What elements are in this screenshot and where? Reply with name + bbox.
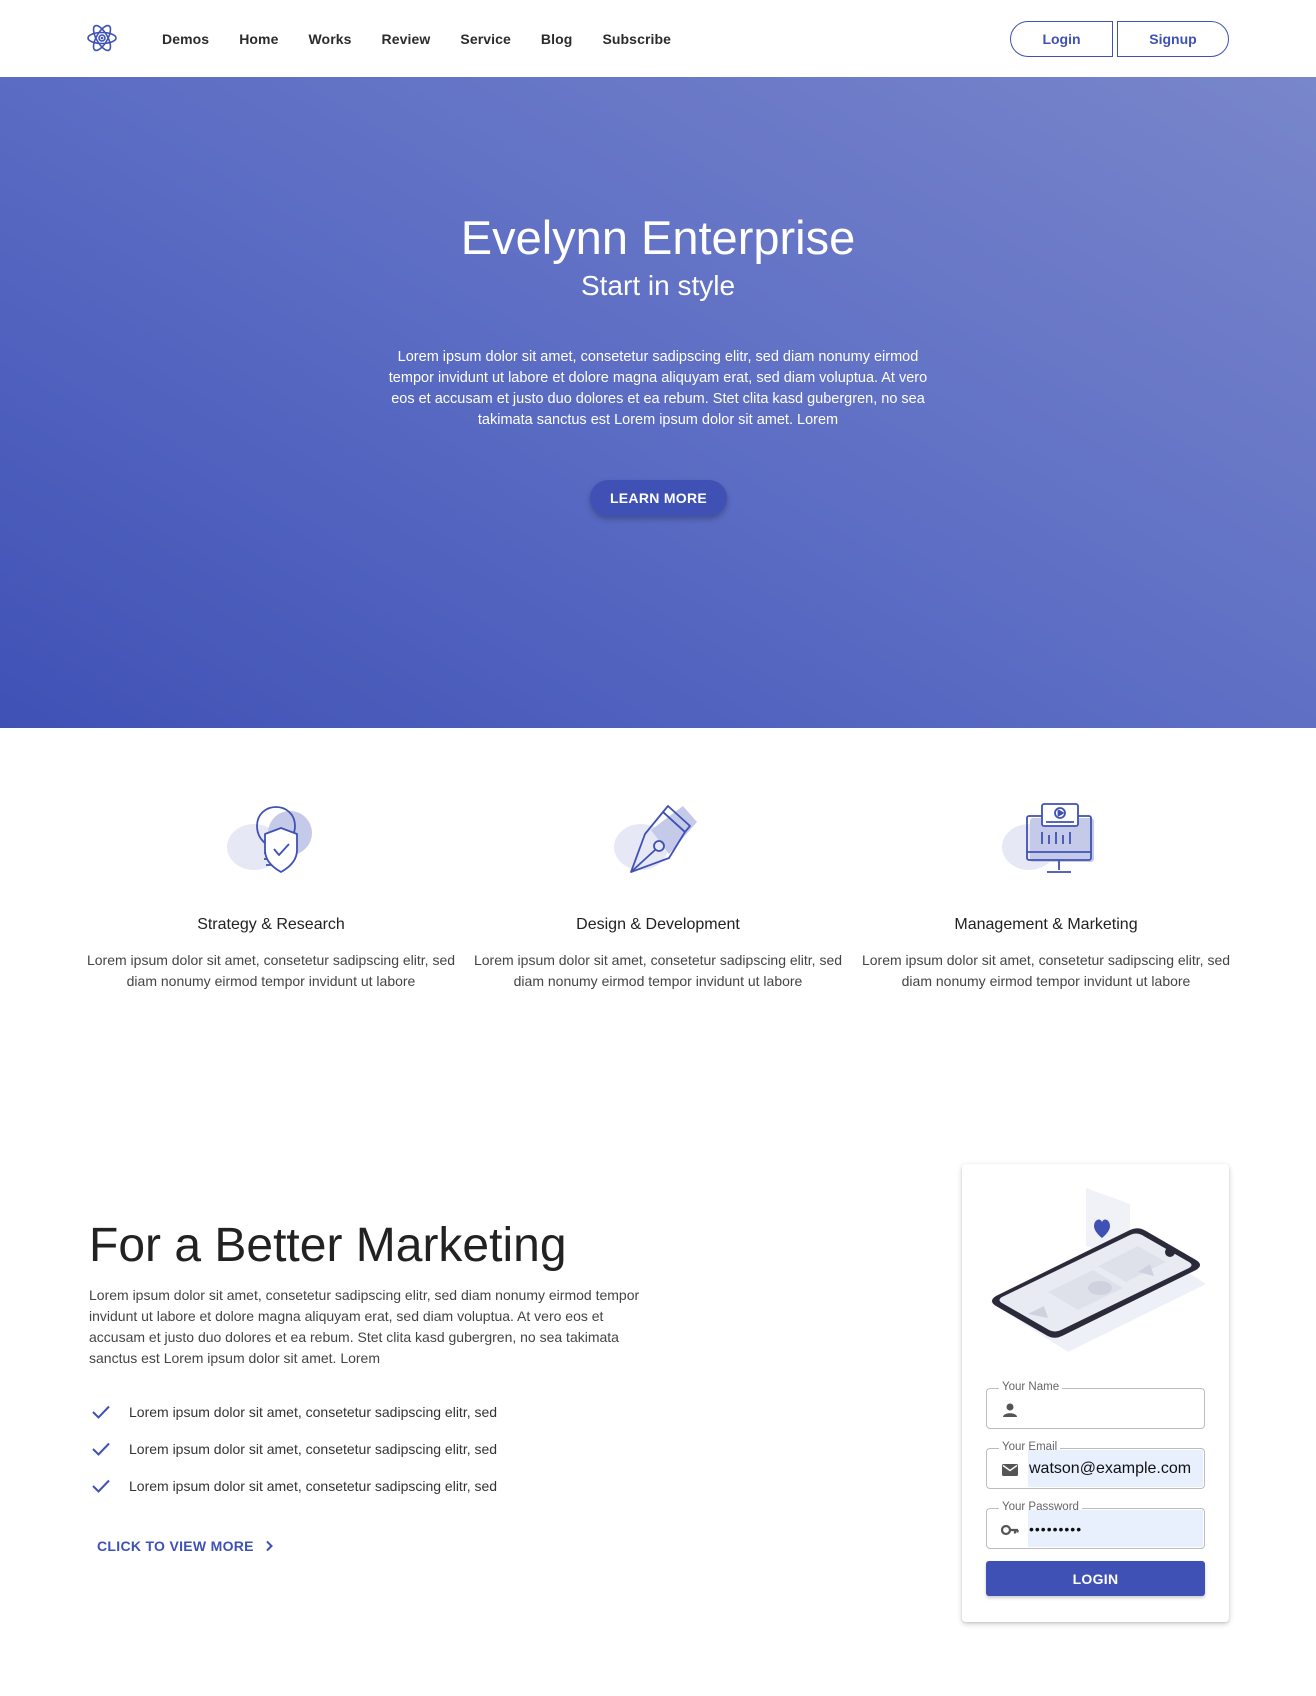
monitor-video-icon xyxy=(999,800,1099,885)
login-card: Your Name Your Email watson@example.com … xyxy=(962,1164,1229,1622)
password-field[interactable]: Your Password ••••••••• xyxy=(986,1501,1205,1549)
phone-illustration xyxy=(988,1184,1208,1354)
view-more-link[interactable]: CLICK TO VIEW MORE xyxy=(97,1537,278,1555)
email-field[interactable]: Your Email watson@example.com xyxy=(986,1441,1205,1489)
nav-link-demos[interactable]: Demos xyxy=(162,31,209,47)
mail-icon xyxy=(1002,1464,1018,1476)
view-more-label: CLICK TO VIEW MORE xyxy=(97,1538,254,1554)
hero-subtitle: Start in style xyxy=(580,270,736,301)
nav-link-home[interactable]: Home xyxy=(239,31,278,47)
learn-more-button[interactable]: LEARN MORE xyxy=(590,480,727,516)
list-item: Lorem ipsum dolor sit amet, consetetur s… xyxy=(89,1437,609,1461)
login-button[interactable]: Login xyxy=(1010,21,1113,57)
marketing-title: For a Better Marketing xyxy=(89,1219,567,1272)
feature-title: Design & Development xyxy=(576,916,740,933)
navbar: Demos Home Works Review Service Blog Sub… xyxy=(0,0,1316,77)
list-item-text: Lorem ipsum dolor sit amet, consetetur s… xyxy=(129,1478,498,1494)
nav-link-review[interactable]: Review xyxy=(382,31,431,47)
nav-link-service[interactable]: Service xyxy=(460,31,511,47)
key-icon xyxy=(1001,1524,1019,1536)
feature-text: Lorem ipsum dolor sit amet, consetetur s… xyxy=(861,952,1231,989)
email-input[interactable]: watson@example.com xyxy=(1028,1450,1203,1487)
list-item-text: Lorem ipsum dolor sit amet, consetetur s… xyxy=(129,1404,498,1420)
nav-links: Demos Home Works Review Service Blog Sub… xyxy=(162,0,701,77)
check-icon xyxy=(92,1479,110,1493)
person-icon xyxy=(1003,1403,1017,1417)
feature-text: Lorem ipsum dolor sit amet, consetetur s… xyxy=(473,952,843,989)
signup-button[interactable]: Signup xyxy=(1117,21,1229,57)
list-item-text: Lorem ipsum dolor sit amet, consetetur s… xyxy=(129,1441,498,1457)
chevron-right-icon xyxy=(266,1540,273,1552)
list-item: Lorem ipsum dolor sit amet, consetetur s… xyxy=(89,1400,609,1424)
feature-title: Strategy & Research xyxy=(197,916,345,933)
nav-link-subscribe[interactable]: Subscribe xyxy=(602,31,671,47)
password-input[interactable]: ••••••••• xyxy=(1028,1510,1203,1547)
check-icon xyxy=(92,1405,110,1419)
bulb-shield-icon xyxy=(224,800,324,885)
feature-title: Management & Marketing xyxy=(954,916,1138,933)
nav-link-works[interactable]: Works xyxy=(308,31,351,47)
nav-link-blog[interactable]: Blog xyxy=(541,31,573,47)
name-field[interactable]: Your Name xyxy=(986,1381,1205,1429)
check-icon xyxy=(92,1442,110,1456)
list-item: Lorem ipsum dolor sit amet, consetetur s… xyxy=(89,1474,609,1498)
hero-text: Lorem ipsum dolor sit amet, consetetur s… xyxy=(388,349,928,428)
hero-section: Evelynn Enterprise Start in style Lorem … xyxy=(0,77,1316,728)
marketing-text: Lorem ipsum dolor sit amet, consetetur s… xyxy=(89,1287,640,1366)
name-input[interactable] xyxy=(1028,1390,1203,1427)
hero-title: Evelynn Enterprise xyxy=(460,211,856,264)
pen-nib-icon xyxy=(611,800,711,885)
login-submit-button[interactable]: LOGIN xyxy=(986,1561,1205,1596)
feature-text: Lorem ipsum dolor sit amet, consetetur s… xyxy=(86,952,456,989)
atom-icon[interactable] xyxy=(87,21,117,55)
